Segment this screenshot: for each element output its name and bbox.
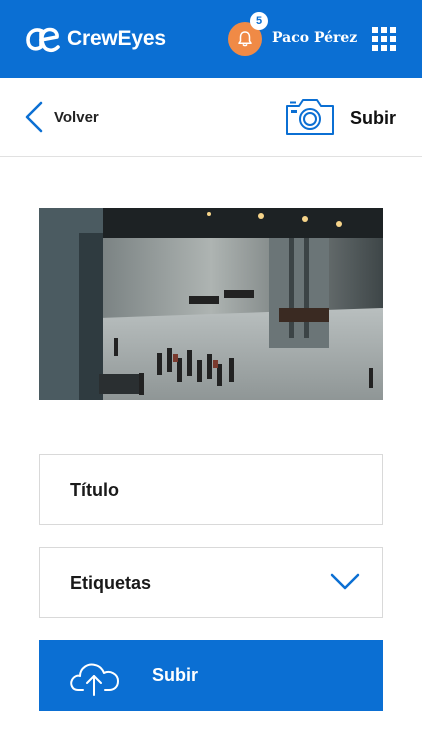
- grid-icon: [390, 45, 396, 51]
- upload-photo-button[interactable]: Subir: [350, 108, 396, 129]
- back-button[interactable]: Volver: [24, 100, 99, 134]
- app-header: CrewEyes 5 Paco Pérez: [0, 0, 422, 78]
- chevron-left-icon: [25, 101, 43, 133]
- grid-icon: [390, 27, 396, 33]
- grid-icon: [372, 36, 378, 42]
- back-label: Volver: [54, 108, 99, 126]
- grid-icon: [390, 36, 396, 42]
- grid-icon: [381, 45, 387, 51]
- grid-icon: [372, 45, 378, 51]
- apps-menu-button[interactable]: [372, 27, 398, 53]
- cloud-upload-icon: [70, 663, 119, 696]
- page-toolbar: Volver Subir: [0, 78, 422, 157]
- notification-count-badge: 5: [250, 12, 268, 30]
- photo-preview: [39, 208, 383, 400]
- chevron-down-icon: [330, 573, 360, 590]
- bell-icon: [238, 31, 252, 47]
- grid-icon: [372, 27, 378, 33]
- tags-dropdown[interactable]: Etiquetas: [39, 547, 383, 618]
- tags-dropdown-label: Etiquetas: [70, 573, 152, 593]
- camera-icon[interactable]: [284, 97, 336, 137]
- brand-logo-icon: [26, 27, 60, 53]
- submit-upload-label: Subir: [152, 665, 199, 685]
- title-field[interactable]: Título: [39, 454, 383, 525]
- grid-icon: [381, 36, 387, 42]
- airport-photo: [39, 208, 383, 400]
- brand-logo[interactable]: CrewEyes: [25, 22, 166, 56]
- title-field-label: Título: [70, 480, 119, 500]
- submit-upload-button[interactable]: Subir: [39, 640, 383, 711]
- grid-icon: [381, 27, 387, 33]
- user-name[interactable]: Paco Pérez: [272, 30, 357, 46]
- brand-name: CrewEyes: [67, 27, 166, 50]
